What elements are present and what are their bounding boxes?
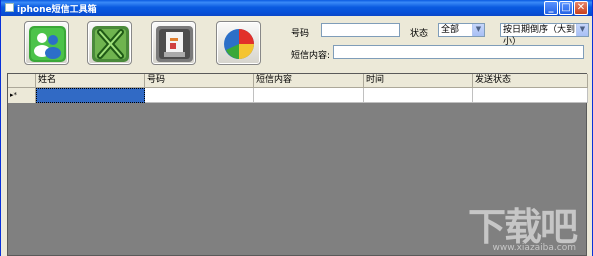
chart-button[interactable] xyxy=(216,21,261,65)
col-header-time[interactable]: 时间 xyxy=(364,74,473,88)
chevron-down-icon[interactable]: ▼ xyxy=(576,24,588,36)
contacts-button[interactable] xyxy=(24,21,69,65)
contacts-icon xyxy=(29,26,66,62)
grid-corner xyxy=(8,74,36,88)
status-label: 状态 xyxy=(410,29,429,39)
content-input[interactable] xyxy=(333,45,584,59)
watermark-text: 下载吧 xyxy=(467,205,578,249)
title-bar[interactable]: iphone短信工具箱 _ □ ✕ xyxy=(1,0,592,16)
window-title: iphone短信工具箱 xyxy=(17,5,97,15)
sort-select[interactable]: 按日期倒序（大到小） ▼ xyxy=(500,23,589,47)
grid-cell-content[interactable] xyxy=(254,88,364,103)
sms-grid[interactable]: 姓名 号码 短信内容 时间 发送状态 ▸* 下载吧 www.xiazaiba.c… xyxy=(7,73,588,256)
app-window: iphone短信工具箱 _ □ ✕ 号码 状态 全部 ▼ 按日期倒序（大到小） … xyxy=(0,0,593,256)
status-select-value: 全部 xyxy=(441,25,460,35)
status-select[interactable]: 全部 ▼ xyxy=(438,23,485,37)
content-label: 短信内容: xyxy=(291,51,331,61)
watermark: 下载吧 www.xiazaiba.com xyxy=(467,205,578,253)
table-row[interactable]: ▸* xyxy=(8,88,588,103)
number-label: 号码 xyxy=(291,29,310,39)
print-icon xyxy=(156,26,193,62)
sort-select-value: 按日期倒序（大到小） xyxy=(503,25,576,47)
grid-cell-number[interactable] xyxy=(145,88,254,103)
grid-cell-name[interactable] xyxy=(36,88,145,103)
maximize-button[interactable]: □ xyxy=(559,1,573,15)
app-icon xyxy=(5,3,14,12)
number-input[interactable] xyxy=(321,23,400,37)
col-header-content[interactable]: 短信内容 xyxy=(254,74,364,88)
grid-header: 姓名 号码 短信内容 时间 发送状态 xyxy=(8,74,588,88)
row-header-new[interactable]: ▸* xyxy=(8,88,36,103)
excel-export-button[interactable] xyxy=(87,21,132,65)
pie-chart-icon xyxy=(224,29,254,59)
grid-cell-time[interactable] xyxy=(364,88,473,103)
minimize-button[interactable]: _ xyxy=(544,1,558,15)
grid-cell-send-status[interactable] xyxy=(473,88,588,103)
excel-icon xyxy=(92,26,129,62)
close-button[interactable]: ✕ xyxy=(574,1,588,15)
print-button[interactable] xyxy=(151,21,196,65)
col-header-send-status[interactable]: 发送状态 xyxy=(473,74,588,88)
col-header-number[interactable]: 号码 xyxy=(145,74,254,88)
chevron-down-icon[interactable]: ▼ xyxy=(472,24,484,36)
col-header-name[interactable]: 姓名 xyxy=(36,74,145,88)
